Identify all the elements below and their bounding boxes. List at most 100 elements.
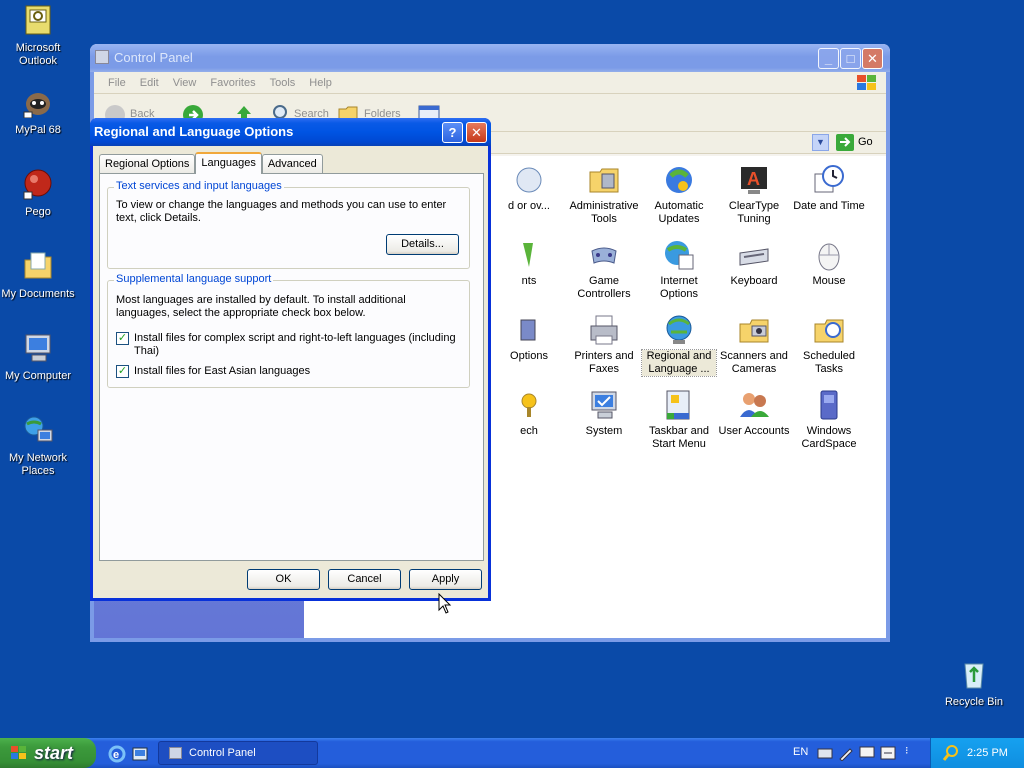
cleartype-icon: A	[738, 164, 770, 196]
control-panel-titlebar[interactable]: Control Panel _ □ ✕	[90, 44, 890, 72]
cp-item-date-and-time[interactable]: Date and Time	[792, 164, 866, 213]
ok-button[interactable]: OK	[247, 569, 320, 590]
cp-item-accessibility-partial[interactable]: d or ov...	[492, 164, 566, 213]
minimize-button[interactable]: _	[818, 48, 839, 69]
go-icon	[836, 134, 854, 151]
desktop-icon-label: Microsoft Outlook	[15, 42, 61, 67]
cp-item-internet-options[interactable]: Internet Options	[642, 239, 716, 301]
internet-explorer-quicklaunch-icon[interactable]: e	[108, 745, 126, 763]
complex-script-checkbox[interactable]: ✓	[116, 332, 129, 345]
cp-item-user-accounts[interactable]: User Accounts	[717, 389, 791, 438]
desktop-icon-outlook[interactable]: Microsoft Outlook	[0, 4, 76, 68]
partial-icon	[513, 314, 545, 346]
address-dropdown-button[interactable]: ▼	[812, 134, 829, 151]
menu-view[interactable]: View	[173, 77, 197, 89]
dialog-body: Regional Options Languages Advanced Text…	[93, 146, 488, 598]
cp-item-automatic-updates[interactable]: Automatic Updates	[642, 164, 716, 226]
printers-icon	[588, 314, 620, 346]
pen-tray-icon[interactable]	[838, 745, 854, 761]
language-indicator[interactable]: EN	[793, 746, 808, 758]
scanners-icon	[738, 314, 770, 346]
windows-logo-icon	[11, 746, 26, 759]
desktop-icon-label: My Documents	[1, 288, 75, 300]
dialog-title: Regional and Language Options	[94, 124, 294, 139]
scheduled-tasks-icon	[813, 314, 845, 346]
tablet-tray-icon[interactable]	[880, 745, 896, 761]
desktop-icon-pego[interactable]: Pego	[0, 168, 76, 219]
desktop-icon-my-documents[interactable]: My Documents	[0, 250, 76, 301]
group-description: To view or change the languages and meth…	[116, 199, 447, 224]
east-asian-label: Install files for East Asian languages	[134, 365, 311, 377]
desktop-icon-label: Pego	[25, 206, 51, 218]
internet-options-icon	[663, 239, 695, 271]
desktop-icon-my-computer[interactable]: My Computer	[0, 332, 76, 383]
menu-file[interactable]: File	[108, 77, 126, 89]
regional-language-dialog[interactable]: Regional and Language Options ? ✕ Region…	[90, 118, 491, 601]
system-icon	[588, 389, 620, 421]
start-button[interactable]: start	[0, 738, 96, 768]
speech-tray-icon[interactable]	[859, 745, 875, 761]
options-tray-icon[interactable]: ⁝	[905, 744, 909, 757]
system-tray: 2:25 PM	[930, 738, 1024, 768]
tab-regional-options[interactable]: Regional Options	[99, 154, 196, 173]
cardspace-icon	[813, 389, 845, 421]
cp-item-regional-and-language[interactable]: Regional and Language ...	[641, 314, 717, 377]
desktop-icon-mypal[interactable]: MyPal 68	[0, 86, 76, 137]
search-tray-icon[interactable]	[943, 745, 959, 761]
mouse-icon	[813, 239, 845, 271]
taskbar: start e Control Panel EN ⁝ 2:25 PM	[0, 738, 1024, 768]
desktop-icon-label: MyPal 68	[15, 124, 61, 136]
partial-icon	[513, 239, 545, 271]
cp-item-game-controllers[interactable]: Game Controllers	[567, 239, 641, 301]
cp-item-system[interactable]: System	[567, 389, 641, 438]
desktop-icon-recycle-bin[interactable]: Recycle Bin	[936, 658, 1012, 709]
recycle-bin-icon	[958, 658, 990, 690]
dialog-titlebar[interactable]: Regional and Language Options ? ✕	[90, 118, 491, 146]
desktop-icon-network-places[interactable]: My Network Places	[0, 414, 76, 478]
cp-item-speech-partial[interactable]: ech	[492, 389, 566, 438]
cp-item-scheduled-tasks[interactable]: Scheduled Tasks	[792, 314, 866, 376]
automatic-updates-icon	[663, 164, 695, 196]
menu-favorites[interactable]: Favorites	[210, 77, 255, 89]
cp-item-cleartype-tuning[interactable]: A ClearType Tuning	[717, 164, 791, 226]
details-button[interactable]: Details...	[386, 234, 459, 255]
menu-edit[interactable]: Edit	[140, 77, 159, 89]
cp-item-fonts-partial[interactable]: nts	[492, 239, 566, 288]
dialog-close-button[interactable]: ✕	[466, 122, 487, 143]
clock[interactable]: 2:25 PM	[967, 747, 1008, 759]
menu-tools[interactable]: Tools	[270, 77, 296, 89]
control-panel-title-icon	[95, 50, 109, 64]
mouse-cursor-icon	[438, 593, 452, 614]
desktop-icon-label: My Computer	[4, 370, 72, 382]
menu-bar: File Edit View Favorites Tools Help	[94, 72, 886, 94]
show-desktop-quicklaunch-icon[interactable]	[131, 745, 149, 763]
tab-strip: Regional Options Languages Advanced	[99, 152, 323, 174]
taskbar-button-control-panel[interactable]: Control Panel	[158, 741, 318, 765]
group-description: Most languages are installed by default.…	[116, 294, 406, 319]
svg-text:A: A	[747, 169, 760, 189]
partial-icon	[513, 389, 545, 421]
group-legend: Text services and input languages	[114, 180, 284, 192]
tab-advanced[interactable]: Advanced	[261, 154, 323, 173]
tab-languages[interactable]: Languages	[195, 152, 262, 174]
my-computer-icon	[22, 332, 54, 364]
cp-item-windows-cardspace[interactable]: Windows CardSpace	[792, 389, 866, 451]
keyboard-tray-icon[interactable]	[817, 746, 833, 760]
cp-item-administrative-tools[interactable]: Administrative Tools	[567, 164, 641, 226]
cp-item-keyboard[interactable]: Keyboard	[717, 239, 791, 288]
cp-item-power-options-partial[interactable]: Options	[492, 314, 566, 363]
cancel-button[interactable]: Cancel	[328, 569, 401, 590]
cp-item-scanners-and-cameras[interactable]: Scanners and Cameras	[717, 314, 791, 376]
cp-item-mouse[interactable]: Mouse	[792, 239, 866, 288]
go-button[interactable]: Go	[836, 134, 873, 154]
cp-item-printers-and-faxes[interactable]: Printers and Faxes	[567, 314, 641, 376]
cp-item-taskbar-and-start-menu[interactable]: Taskbar and Start Menu	[642, 389, 716, 451]
menu-help[interactable]: Help	[309, 77, 332, 89]
maximize-button[interactable]: □	[840, 48, 861, 69]
start-label: start	[34, 743, 74, 763]
date-time-icon	[813, 164, 845, 196]
apply-button[interactable]: Apply	[409, 569, 482, 590]
close-button[interactable]: ✕	[862, 48, 883, 69]
east-asian-checkbox[interactable]: ✓	[116, 365, 129, 378]
help-button[interactable]: ?	[442, 122, 463, 143]
